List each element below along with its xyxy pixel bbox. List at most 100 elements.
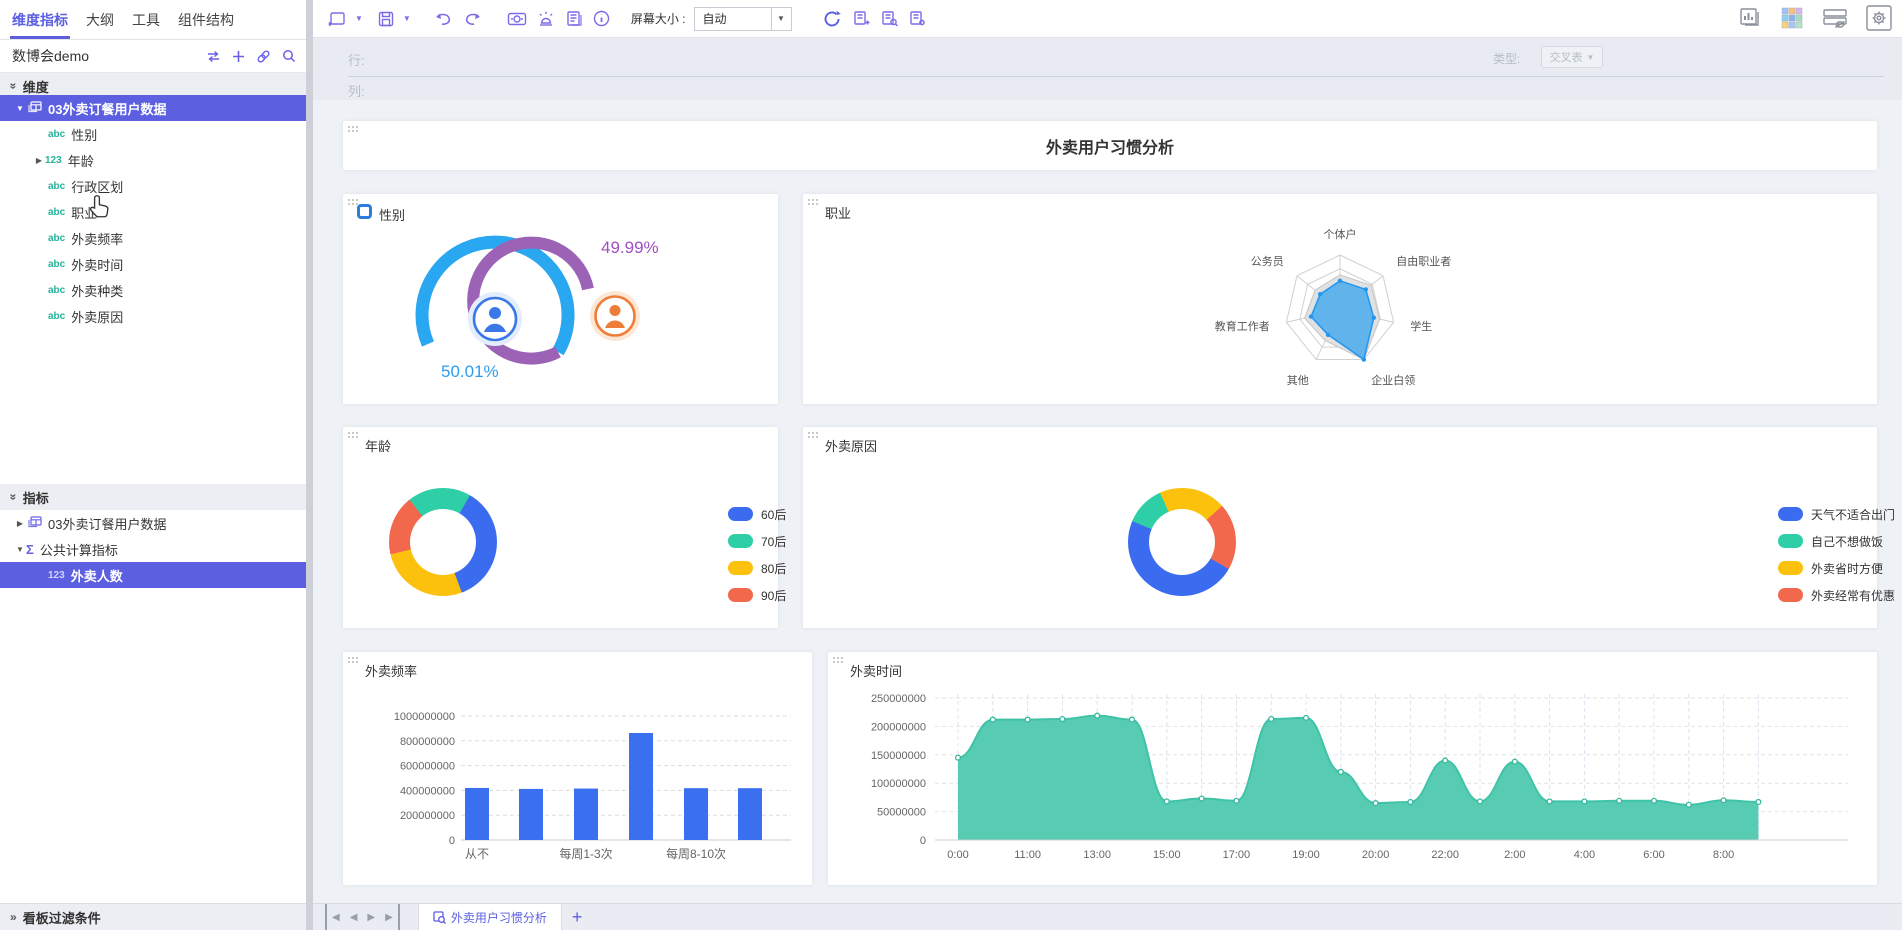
bar[interactable] [574,789,598,840]
switch-dataset-icon[interactable] [206,50,221,63]
caret-down-icon[interactable]: ▼ [14,545,26,554]
tree-item-time[interactable]: abc外卖时间 [0,251,306,277]
info-button[interactable] [588,5,615,33]
data-point[interactable] [1582,799,1587,804]
data-point[interactable] [1025,717,1030,722]
settings-gear-icon[interactable] [1866,5,1892,34]
chart-type-select[interactable]: 交叉表▼ [1541,46,1603,68]
preview-button[interactable] [502,5,532,33]
sheet-tab-active[interactable]: 外卖用户习惯分析 [418,904,562,930]
tab-component-structure[interactable]: 组件结构 [178,0,234,39]
prev-sheet-button[interactable]: ◀ [345,904,363,930]
metric-item-delivery-count[interactable]: 123 外卖人数 [0,562,306,588]
age-donut-chart[interactable] [389,488,497,596]
time-chart-card[interactable]: 外卖时间 05000000010000000015000000020000000… [828,652,1877,885]
occupation-chart-card[interactable]: 职业 个体户自由职业者学生企业白领其他教育工作者公务员 [803,194,1877,404]
redo-button[interactable] [458,5,488,33]
tree-item-age[interactable]: ▶123年龄 [0,147,306,173]
metric-node-dataset[interactable]: ▶ 03外卖订餐用户数据 [0,510,306,536]
new-dropdown-caret[interactable]: ▼ [352,14,366,23]
save-dropdown-caret[interactable]: ▼ [400,14,414,23]
data-point[interactable] [990,717,995,722]
age-chart-card[interactable]: 年龄 60后70后80后90后 [343,427,778,628]
data-point[interactable] [1652,798,1657,803]
data-point[interactable] [1478,799,1483,804]
legend-item[interactable]: 外卖经常有优惠 [1778,586,1895,604]
legend-item[interactable]: 70后 [728,532,786,550]
tab-dimensions-metrics[interactable]: 维度指标 [12,0,68,39]
sidebar-splitter[interactable] [306,0,313,930]
caret-down-icon[interactable]: ▼ [14,104,26,113]
sheet-settings-button[interactable] [903,5,931,33]
data-point[interactable] [1164,799,1169,804]
legend-item[interactable]: 自己不想做饭 [1778,532,1895,550]
row-shelf[interactable]: 行: 类型: 交叉表▼ [313,38,1902,77]
data-point[interactable] [1408,800,1413,805]
data-point[interactable] [956,755,961,760]
drag-handle[interactable] [807,431,818,439]
data-point[interactable] [1130,717,1135,722]
last-sheet-button[interactable]: ▶ [380,904,400,930]
chart-pages-icon[interactable] [1738,7,1762,32]
data-point[interactable] [1756,800,1761,805]
board-filter-footer[interactable]: » 看板过滤条件 [0,903,313,930]
add-icon[interactable] [232,50,245,63]
data-point[interactable] [1269,717,1274,722]
link-icon[interactable] [256,49,271,64]
data-point[interactable] [1443,758,1448,763]
legend-item[interactable]: 90后 [728,586,786,604]
add-sheet-button[interactable] [847,5,875,33]
tree-item-gender[interactable]: abc性别 [0,121,306,147]
data-point[interactable] [1547,799,1552,804]
refresh-button[interactable] [818,5,847,33]
drag-handle[interactable] [347,431,358,439]
reason-chart-card[interactable]: 外卖原因 天气不适合出门自己不想做饭外卖省时方便外卖经常有优惠 [803,427,1877,628]
data-point[interactable] [1060,717,1065,722]
report-button[interactable] [560,5,588,33]
bar[interactable] [684,788,708,840]
gender-chart-card[interactable]: 性别 4 [343,194,778,404]
dashboard-title-card[interactable]: 外卖用户习惯分析 [343,121,1877,170]
tab-tools[interactable]: 工具 [132,0,160,39]
tree-item-category[interactable]: abc外卖种类 [0,277,306,303]
data-point[interactable] [1617,798,1622,803]
data-point[interactable] [1373,801,1378,806]
bar[interactable] [629,733,653,840]
caret-right-icon[interactable]: ▶ [33,156,45,165]
col-shelf[interactable]: 列: [313,77,1902,100]
screen-size-select[interactable]: 自动 ▼ [694,7,792,31]
tree-item-reason[interactable]: abc外卖原因 [0,303,306,329]
data-point[interactable] [1512,759,1517,764]
metrics-section-header[interactable]: » 指标 [0,484,306,510]
tree-item-frequency[interactable]: abc外卖频率 [0,225,306,251]
data-point[interactable] [1721,798,1726,803]
frequency-chart-card[interactable]: 外卖频率 02000000004000000006000000008000000… [343,652,812,885]
alert-button[interactable] [532,5,560,33]
search-icon[interactable] [282,49,296,63]
legend-item[interactable]: 外卖省时方便 [1778,559,1895,577]
tree-item-occupation[interactable]: abc职业 [0,199,306,225]
data-point[interactable] [1304,715,1309,720]
data-point[interactable] [1338,769,1343,774]
data-point[interactable] [1199,796,1204,801]
undo-button[interactable] [428,5,458,33]
metric-node-calculated[interactable]: ▼ Σ 公共计算指标 [0,536,306,562]
tree-node-dataset-root[interactable]: ▼ 03外卖订餐用户数据 [0,95,306,121]
bar[interactable] [465,788,489,840]
bar[interactable] [519,789,543,840]
data-point[interactable] [1686,802,1691,807]
legend-item[interactable]: 天气不适合出门 [1778,505,1895,523]
data-point[interactable] [1095,713,1100,718]
selected-checkbox[interactable] [357,204,372,219]
reason-donut-chart[interactable] [1128,488,1236,596]
save-button[interactable] [372,5,400,33]
new-dashboard-button[interactable] [323,5,352,33]
drag-handle[interactable] [347,125,358,133]
bar[interactable] [738,788,762,840]
color-theme-icon[interactable] [1780,6,1804,33]
data-point[interactable] [1234,798,1239,803]
legend-item[interactable]: 60后 [728,505,786,523]
tree-item-region[interactable]: abc行政区划 [0,173,306,199]
caret-right-icon[interactable]: ▶ [14,519,26,528]
next-sheet-button[interactable]: ▶ [362,904,380,930]
